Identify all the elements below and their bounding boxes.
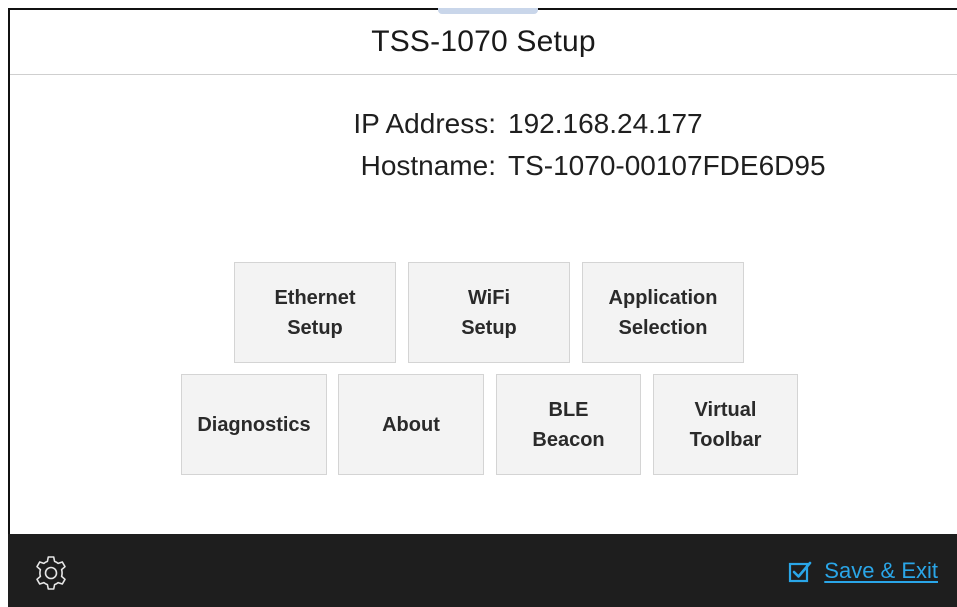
ethernet-setup-label: Ethernet Setup xyxy=(274,286,356,339)
page-title: TSS-1070 Setup xyxy=(371,25,596,58)
diagnostics-label: Diagnostics xyxy=(197,413,311,436)
save-exit-label: Save & Exit xyxy=(824,558,938,583)
checkbox-checked-icon xyxy=(789,561,812,583)
ip-address-row: IP Address: 192.168.24.177 xyxy=(321,108,703,140)
title-bar: TSS-1070 Setup xyxy=(10,10,957,75)
application-selection-label: Application Selection xyxy=(608,286,718,339)
hostname-value: TS-1070-00107FDE6D95 xyxy=(508,150,826,181)
virtual-toolbar-button[interactable]: Virtual Toolbar xyxy=(653,374,798,475)
footer-bar: Save & Exit xyxy=(8,534,957,607)
ble-beacon-label: BLE Beacon xyxy=(532,398,605,451)
ip-address-value: 192.168.24.177 xyxy=(508,108,703,139)
wifi-setup-button[interactable]: WiFi Setup xyxy=(408,262,570,363)
wifi-setup-label: WiFi Setup xyxy=(461,286,517,339)
gear-icon-graphic xyxy=(36,556,66,590)
hostname-label: Hostname: xyxy=(360,150,496,181)
ethernet-setup-button[interactable]: Ethernet Setup xyxy=(234,262,396,363)
ip-address-label: IP Address: xyxy=(353,108,496,139)
gear-icon[interactable] xyxy=(32,554,70,592)
application-selection-button[interactable]: Application Selection xyxy=(582,262,744,363)
hostname-row: Hostname: TS-1070-00107FDE6D95 xyxy=(321,150,826,182)
ble-beacon-button[interactable]: BLE Beacon xyxy=(496,374,641,475)
virtual-toolbar-label: Virtual Toolbar xyxy=(689,398,762,451)
about-label: About xyxy=(382,413,440,436)
about-button[interactable]: About xyxy=(338,374,484,475)
diagnostics-button[interactable]: Diagnostics xyxy=(181,374,327,475)
save-exit-button[interactable]: Save & Exit xyxy=(788,558,938,584)
